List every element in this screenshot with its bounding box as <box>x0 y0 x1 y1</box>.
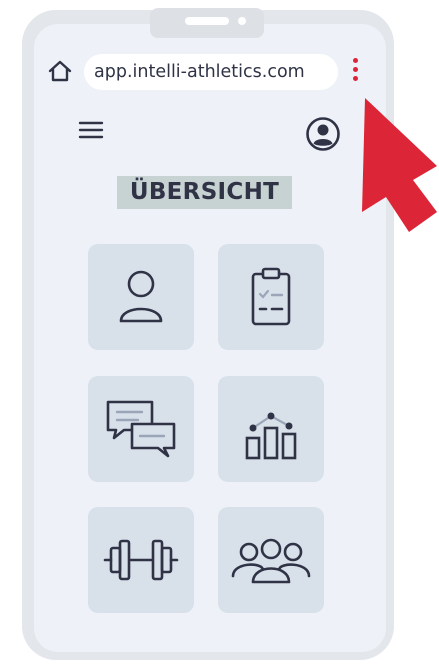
tile-messages[interactable] <box>88 376 194 482</box>
tile-statistics[interactable] <box>218 376 324 482</box>
home-icon[interactable] <box>46 58 74 84</box>
bar-chart-trend-icon <box>245 412 297 460</box>
menu-dot <box>352 76 358 81</box>
page-title: ÜBERSICHT <box>117 176 292 209</box>
group-icon <box>231 538 311 584</box>
phone-speaker <box>185 17 229 25</box>
phone-camera <box>238 17 246 25</box>
url-bar[interactable]: app.intelli-athletics.com <box>84 54 338 90</box>
user-icon <box>119 270 163 323</box>
menu-dot <box>352 58 358 63</box>
tile-team[interactable] <box>218 507 324 613</box>
user-circle-icon[interactable] <box>305 116 341 152</box>
clipboard-checklist-icon <box>251 267 291 326</box>
kebab-menu-icon[interactable] <box>348 54 362 90</box>
dumbbell-icon <box>103 539 179 581</box>
chat-bubbles-icon <box>106 400 176 458</box>
menu-dot <box>352 67 358 72</box>
hamburger-menu-icon[interactable] <box>78 118 104 142</box>
tile-tasks[interactable] <box>218 244 324 350</box>
tile-profile[interactable] <box>88 244 194 350</box>
tile-training[interactable] <box>88 507 194 613</box>
